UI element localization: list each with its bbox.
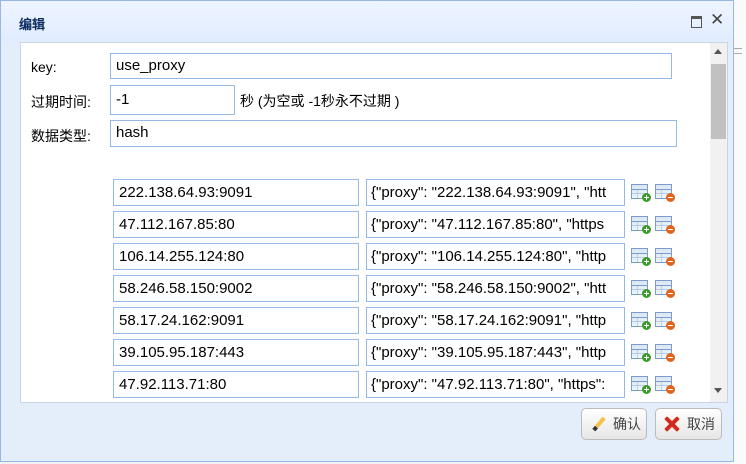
- hash-value-input[interactable]: {"proxy": "58.246.58.150:9002", "htt: [366, 275, 625, 302]
- edit-dialog: 编辑 ✕ key: use_proxy 过期时间: -1 秒 (为空或 -1秒永…: [0, 0, 734, 462]
- ttl-label: 过期时间:: [31, 94, 91, 110]
- table-add-icon[interactable]: [631, 312, 651, 330]
- table-delete-icon[interactable]: [655, 184, 675, 202]
- ttl-input[interactable]: -1: [110, 85, 235, 115]
- hash-field-input[interactable]: 58.246.58.150:9002: [113, 275, 359, 302]
- table-add-icon[interactable]: [631, 248, 651, 266]
- data-type-label: 数据类型:: [31, 128, 91, 144]
- table-delete-icon[interactable]: [655, 312, 675, 330]
- hash-field-input[interactable]: 58.17.24.162:9091: [113, 307, 359, 334]
- table-add-icon[interactable]: [631, 344, 651, 362]
- hash-field-input[interactable]: 39.105.95.187:443: [113, 339, 359, 366]
- table-delete-icon[interactable]: [655, 248, 675, 266]
- hash-field-input[interactable]: 47.92.113.71:80: [113, 371, 359, 398]
- table-add-icon[interactable]: [631, 280, 651, 298]
- key-label: key:: [31, 59, 57, 75]
- scrollbar[interactable]: [710, 43, 727, 402]
- hash-value-input[interactable]: {"proxy": "58.17.24.162:9091", "http: [366, 307, 625, 334]
- table-delete-icon[interactable]: [655, 280, 675, 298]
- close-icon[interactable]: ✕: [710, 11, 724, 28]
- dialog-title: 编辑: [19, 17, 46, 32]
- hash-field-input[interactable]: 47.112.167.85:80: [113, 211, 359, 238]
- confirm-label: 确认: [613, 416, 641, 432]
- close-icon: [664, 416, 680, 432]
- cancel-button[interactable]: 取消: [655, 408, 722, 440]
- dialog-titlebar[interactable]: 编辑 ✕: [1, 1, 733, 41]
- confirm-button[interactable]: 确认: [581, 408, 647, 440]
- hash-value-input[interactable]: {"proxy": "47.112.167.85:80", "https: [366, 211, 625, 238]
- hash-value-input[interactable]: {"proxy": "47.92.113.71:80", "https":: [366, 371, 625, 398]
- hash-value-input[interactable]: {"proxy": "222.138.64.93:9091", "htt: [366, 179, 625, 206]
- scroll-down-icon[interactable]: [714, 388, 722, 393]
- maximize-icon[interactable]: [690, 14, 704, 28]
- table-add-icon[interactable]: [631, 184, 651, 202]
- scrollbar-thumb[interactable]: [711, 64, 726, 139]
- cancel-label: 取消: [687, 416, 715, 432]
- hash-field-input[interactable]: 222.138.64.93:9091: [113, 179, 359, 206]
- table-delete-icon[interactable]: [655, 344, 675, 362]
- ttl-hint: 秒 (为空或 -1秒永不过期 ): [240, 93, 400, 109]
- table-delete-icon[interactable]: [655, 376, 675, 394]
- dialog-body: key: use_proxy 过期时间: -1 秒 (为空或 -1秒永不过期 )…: [20, 42, 728, 403]
- data-type-input[interactable]: hash: [110, 120, 677, 147]
- hash-field-input[interactable]: 106.14.255.124:80: [113, 243, 359, 270]
- hash-value-input[interactable]: {"proxy": "106.14.255.124:80", "http: [366, 243, 625, 270]
- table-add-icon[interactable]: [631, 376, 651, 394]
- table-delete-icon[interactable]: [655, 216, 675, 234]
- key-input[interactable]: use_proxy: [110, 53, 672, 79]
- scroll-up-icon[interactable]: [714, 49, 722, 54]
- table-add-icon[interactable]: [631, 216, 651, 234]
- hash-value-input[interactable]: {"proxy": "39.105.95.187:443", "http: [366, 339, 625, 366]
- pencil-icon: [590, 416, 606, 432]
